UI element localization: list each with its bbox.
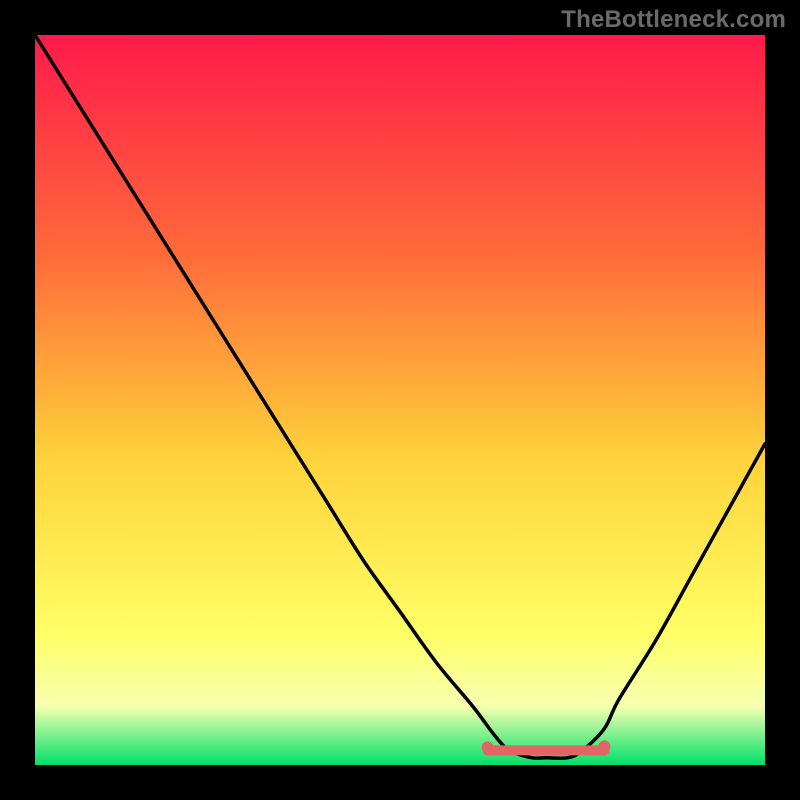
bottleneck-curve [35,35,765,758]
curve-layer [35,35,765,765]
plot-area [35,35,765,765]
chart-frame: TheBottleneck.com [0,0,800,800]
watermark-text: TheBottleneck.com [561,6,786,34]
